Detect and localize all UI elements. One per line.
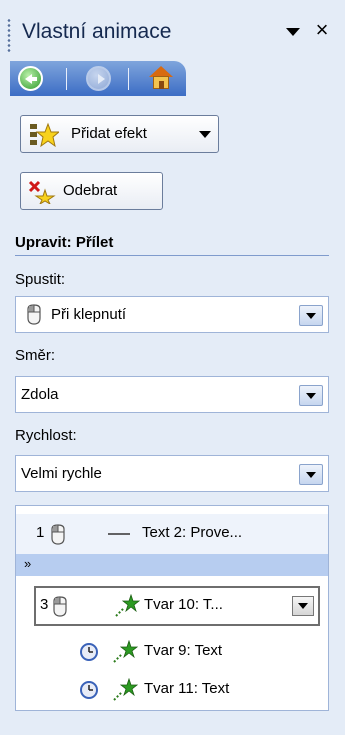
- forward-arrow-icon[interactable]: [86, 66, 111, 91]
- green-star-icon: [115, 594, 140, 617]
- double-chevron-down-icon: »: [24, 556, 32, 571]
- remove-button[interactable]: Odebrat: [20, 172, 163, 210]
- animation-list[interactable]: 1 Text 2: Prove... » 3 Tvar 10: T... Tva…: [15, 505, 329, 711]
- section-divider: [15, 255, 329, 256]
- mouse-icon: [53, 596, 67, 617]
- list-item[interactable]: Tvar 9: Text: [16, 632, 328, 672]
- chevron-down-icon[interactable]: [292, 596, 314, 616]
- speed-dropdown[interactable]: Velmi rychle: [15, 455, 329, 492]
- clock-icon: [80, 643, 98, 661]
- item-text: Tvar 10: T...: [144, 596, 223, 613]
- list-item[interactable]: Tvar 11: Text: [16, 670, 328, 710]
- nav-separator: [66, 68, 67, 90]
- close-icon[interactable]: ×: [311, 17, 333, 43]
- clock-icon: [80, 681, 98, 699]
- start-value: Při klepnutí: [51, 306, 127, 323]
- green-star-icon: [113, 678, 138, 701]
- mouse-icon: [51, 524, 65, 545]
- edit-section-title: Upravit: Přílet: [15, 234, 114, 251]
- collapse-toggle[interactable]: »: [16, 554, 328, 576]
- chevron-down-icon[interactable]: [299, 305, 323, 326]
- home-icon[interactable]: [148, 66, 174, 90]
- item-text: Tvar 11: Text: [144, 680, 230, 697]
- add-effect-button[interactable]: Přidat efekt: [20, 115, 219, 153]
- mouse-icon: [27, 304, 41, 325]
- start-dropdown[interactable]: Při klepnutí: [15, 296, 329, 333]
- list-item[interactable]: 3 Tvar 10: T...: [34, 586, 320, 626]
- pane-title: Vlastní animace: [22, 20, 172, 43]
- drag-grip-icon[interactable]: [7, 18, 11, 52]
- pane-menu-chevron-icon[interactable]: [283, 24, 303, 40]
- chevron-down-icon[interactable]: [299, 385, 323, 406]
- chevron-down-icon[interactable]: [299, 464, 323, 485]
- add-effect-star-icon: [30, 122, 59, 148]
- start-label: Spustit:: [15, 271, 66, 288]
- item-number: 1: [36, 524, 45, 541]
- direction-label: Směr:: [15, 347, 56, 364]
- direction-value: Zdola: [21, 386, 59, 403]
- remove-label: Odebrat: [63, 182, 118, 199]
- list-item[interactable]: 1 Text 2: Prove...: [16, 514, 328, 554]
- speed-value: Velmi rychle: [21, 465, 102, 482]
- add-effect-label: Přidat efekt: [71, 125, 147, 142]
- item-number: 3: [40, 596, 49, 613]
- direction-dropdown[interactable]: Zdola: [15, 376, 329, 413]
- back-arrow-icon[interactable]: [18, 66, 43, 91]
- item-text: Text 2: Prove...: [142, 524, 243, 541]
- line-icon: [108, 533, 130, 535]
- pane-title-bar: Vlastní animace ×: [0, 0, 345, 60]
- green-star-icon: [113, 640, 138, 663]
- remove-effect-icon: [28, 180, 56, 204]
- custom-animation-pane: Vlastní animace × Přidat efekt Odebrat U…: [0, 0, 345, 735]
- speed-label: Rychlost:: [15, 427, 77, 444]
- nav-separator: [128, 68, 129, 90]
- chevron-down-icon: [199, 131, 211, 138]
- item-text: Tvar 9: Text: [144, 642, 223, 659]
- task-pane-navigation: [10, 61, 186, 96]
